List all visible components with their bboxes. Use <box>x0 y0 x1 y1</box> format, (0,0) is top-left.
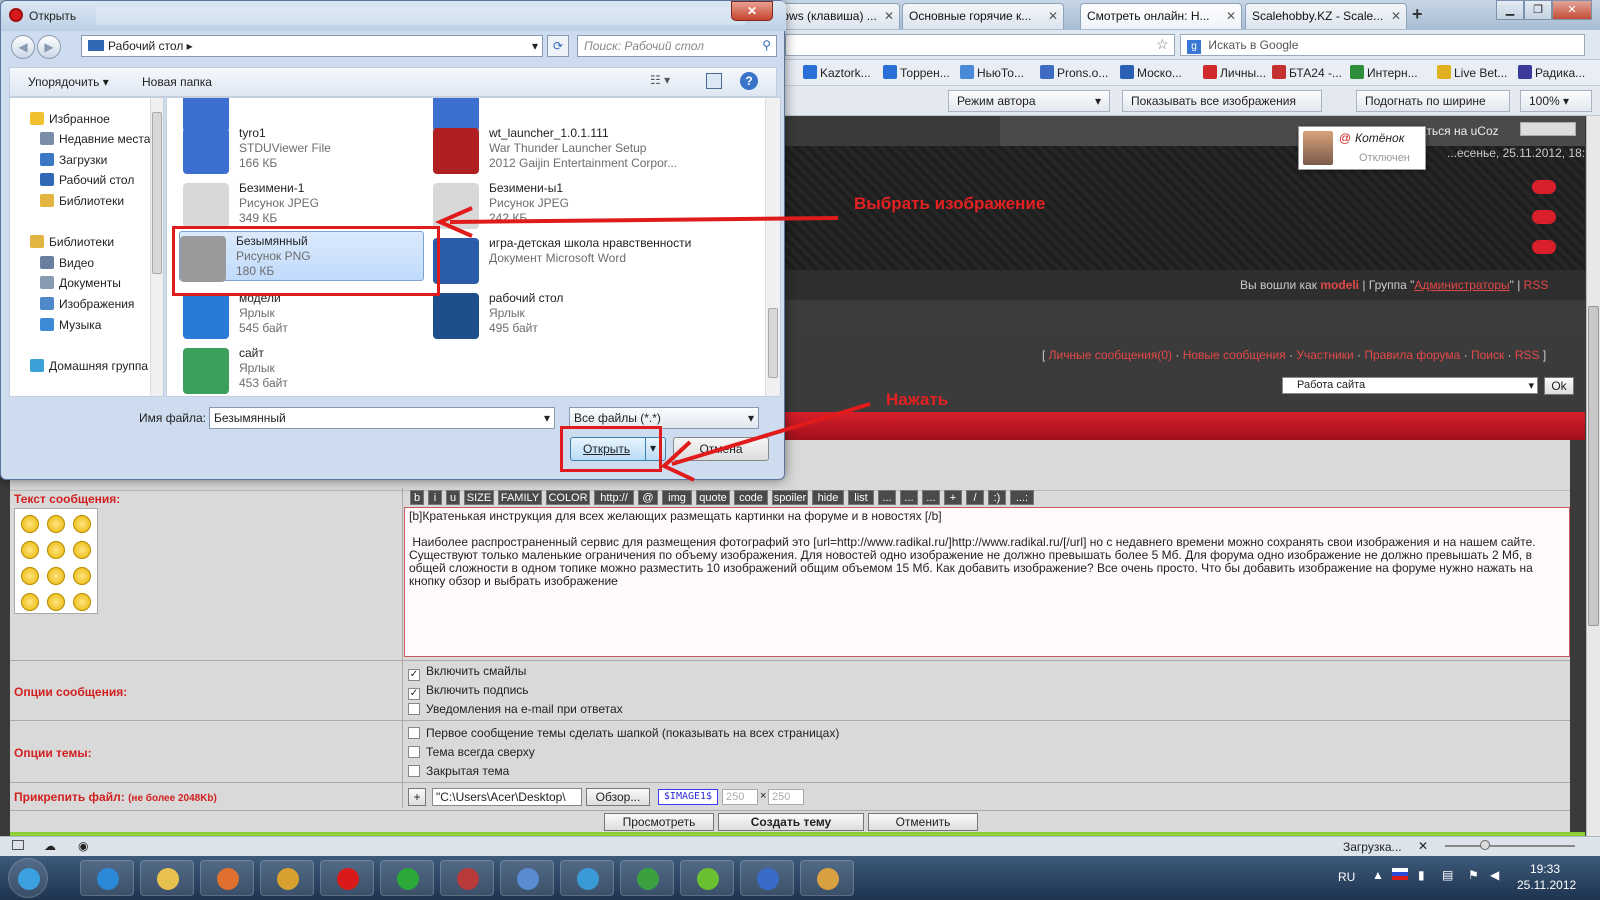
bbcode-button[interactable]: img <box>662 490 692 505</box>
bbcode-button[interactable]: @ <box>638 490 658 505</box>
annotation-arrows <box>435 206 871 482</box>
arrow-to-open <box>671 402 871 466</box>
bbcode-button[interactable]: list <box>848 490 874 505</box>
bbcode-button[interactable]: ... <box>922 490 940 505</box>
bbcode-button[interactable]: u <box>446 490 460 505</box>
bbcode-button[interactable]: ... <box>900 490 918 505</box>
bbcode-button[interactable]: i <box>428 490 442 505</box>
bbcode-button[interactable]: code <box>734 490 768 505</box>
bbcode-button[interactable]: quote <box>696 490 730 505</box>
bbcode-button[interactable]: / <box>966 490 984 505</box>
bbcode-button[interactable]: spoiler <box>772 490 808 505</box>
bbcode-button[interactable]: + <box>944 490 962 505</box>
bbcode-button[interactable]: COLOR <box>546 490 590 505</box>
bbcode-button[interactable]: FAMILY <box>498 490 542 505</box>
bbcode-button[interactable]: SIZE <box>464 490 494 505</box>
bbcode-button[interactable]: hide <box>812 490 844 505</box>
bbcode-button[interactable]: b <box>410 490 424 505</box>
bbcode-button[interactable]: ...: <box>1010 490 1034 505</box>
bbcode-button[interactable]: :) <box>988 490 1006 505</box>
bbcode-button[interactable]: ... <box>878 490 896 505</box>
arrow-to-file <box>449 216 839 224</box>
bbcode-button[interactable]: http:// <box>594 490 634 505</box>
